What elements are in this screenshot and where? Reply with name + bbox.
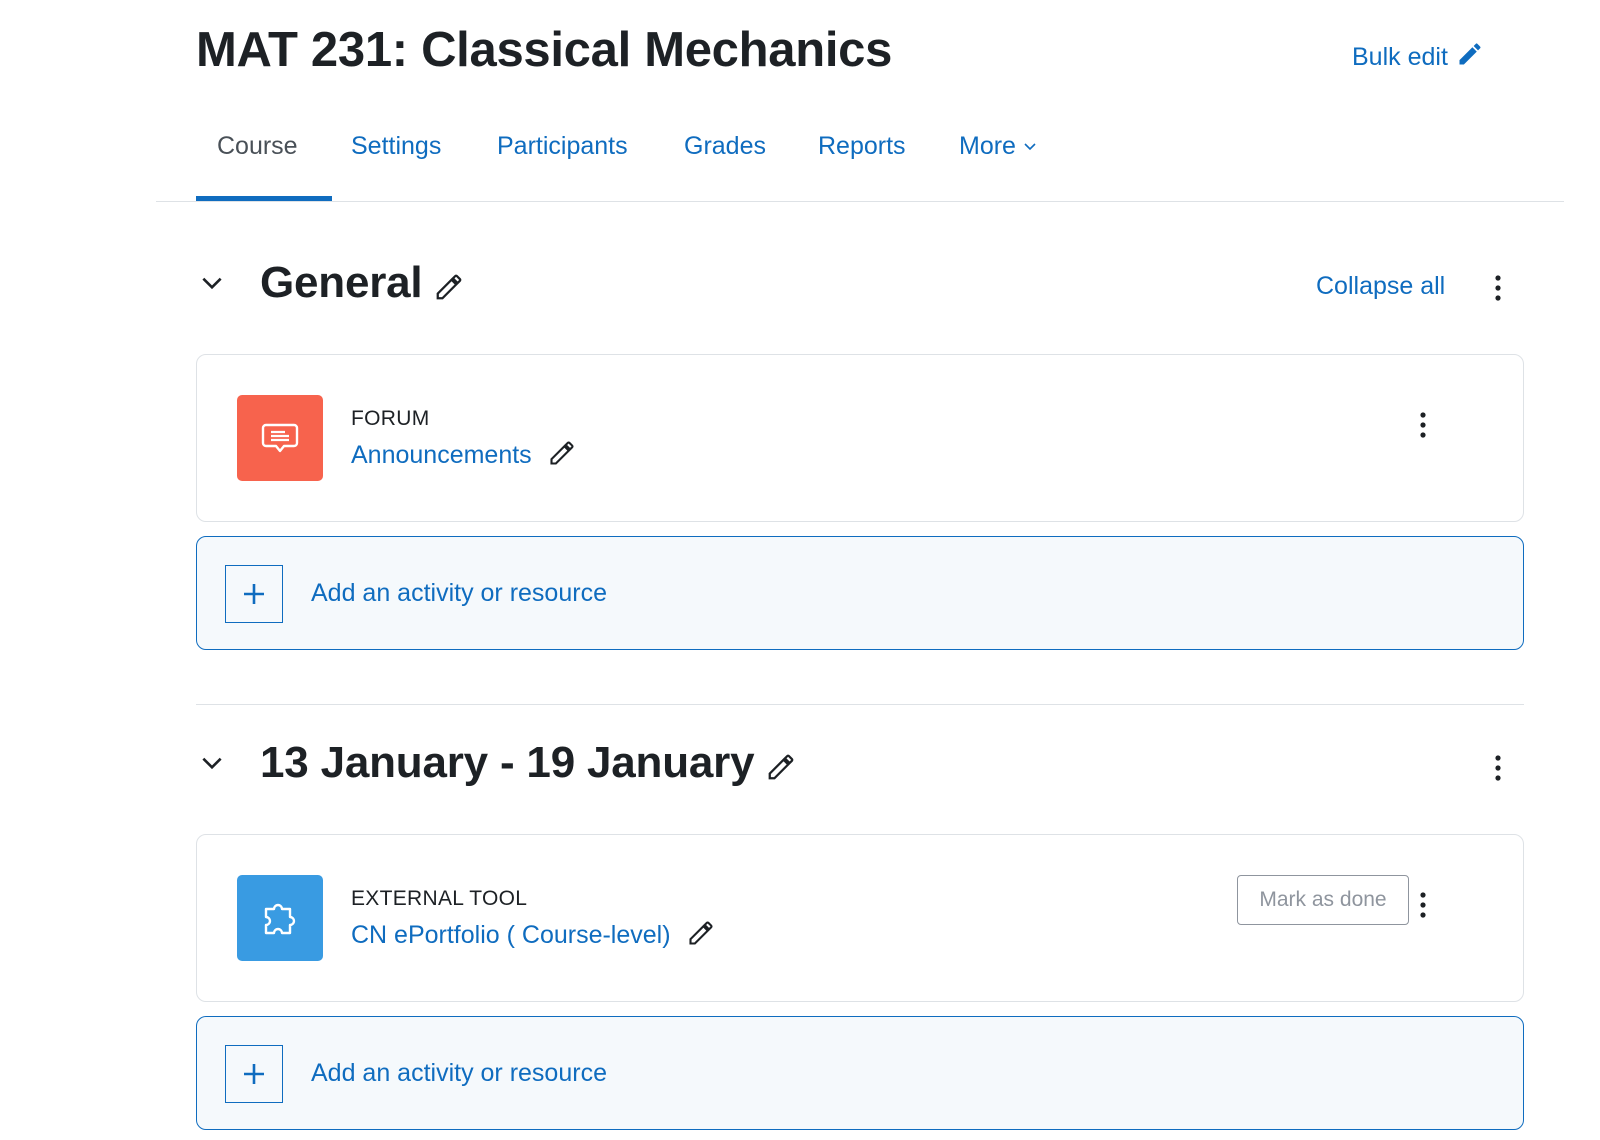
add-activity-button[interactable]: Add an activity or resource [196, 1016, 1524, 1130]
plus-icon [225, 1045, 283, 1103]
add-activity-label: Add an activity or resource [311, 579, 607, 607]
section-header-week: 13 January - 19 January [196, 738, 796, 788]
tab-more-label: More [959, 132, 1016, 160]
tab-grades[interactable]: Grades [684, 132, 766, 161]
edit-name-pencil-icon[interactable] [687, 919, 715, 952]
add-activity-button[interactable]: Add an activity or resource [196, 536, 1524, 650]
add-activity-label: Add an activity or resource [311, 1059, 607, 1087]
section-header-general: General [196, 258, 464, 308]
tab-participants[interactable]: Participants [497, 132, 628, 161]
edit-section-pencil-icon[interactable] [766, 752, 796, 782]
activity-name-row: Announcements [351, 439, 576, 472]
tab-more[interactable]: More [959, 132, 1038, 161]
section-menu-kebab-icon[interactable] [1488, 268, 1508, 308]
edit-name-pencil-icon[interactable] [548, 439, 576, 472]
activity-menu-kebab-icon[interactable] [1413, 405, 1433, 445]
tab-reports[interactable]: Reports [818, 132, 906, 161]
pencil-icon [1456, 40, 1484, 75]
activity-type-label: FORUM [351, 407, 430, 430]
mark-as-done-button[interactable]: Mark as done [1237, 875, 1409, 925]
tab-settings[interactable]: Settings [351, 132, 441, 161]
activity-name-row: CN ePortfolio ( Course-level) [351, 919, 715, 952]
section-title: General [260, 258, 423, 307]
tab-course[interactable]: Course [217, 132, 298, 161]
collapse-chevron-icon[interactable] [196, 267, 228, 299]
plus-icon [225, 565, 283, 623]
activity-menu-kebab-icon[interactable] [1413, 885, 1433, 925]
section-menu-kebab-icon[interactable] [1488, 748, 1508, 788]
section-divider [196, 704, 1524, 705]
forum-icon [237, 395, 323, 481]
course-tabs: Course Settings Participants Grades Repo… [156, 118, 1564, 202]
page-title: MAT 231: Classical Mechanics [196, 23, 893, 77]
edit-section-pencil-icon[interactable] [434, 272, 464, 302]
activity-link-announcements[interactable]: Announcements [351, 441, 532, 470]
collapse-all-link[interactable]: Collapse all [1316, 272, 1445, 301]
puzzle-icon [237, 875, 323, 961]
bulk-edit-label: Bulk edit [1352, 43, 1448, 71]
bulk-edit-button[interactable]: Bulk edit [1352, 40, 1484, 75]
activity-link-cn-eportfolio[interactable]: CN ePortfolio ( Course-level) [351, 921, 671, 950]
active-tab-indicator [196, 196, 332, 201]
chevron-down-icon [1022, 132, 1038, 161]
activity-card-external-tool: EXTERNAL TOOL CN ePortfolio ( Course-lev… [196, 834, 1524, 1002]
activity-card-forum: FORUM Announcements [196, 354, 1524, 522]
activity-type-label: EXTERNAL TOOL [351, 887, 528, 910]
collapse-chevron-icon[interactable] [196, 747, 228, 779]
section-title: 13 January - 19 January [260, 738, 755, 787]
